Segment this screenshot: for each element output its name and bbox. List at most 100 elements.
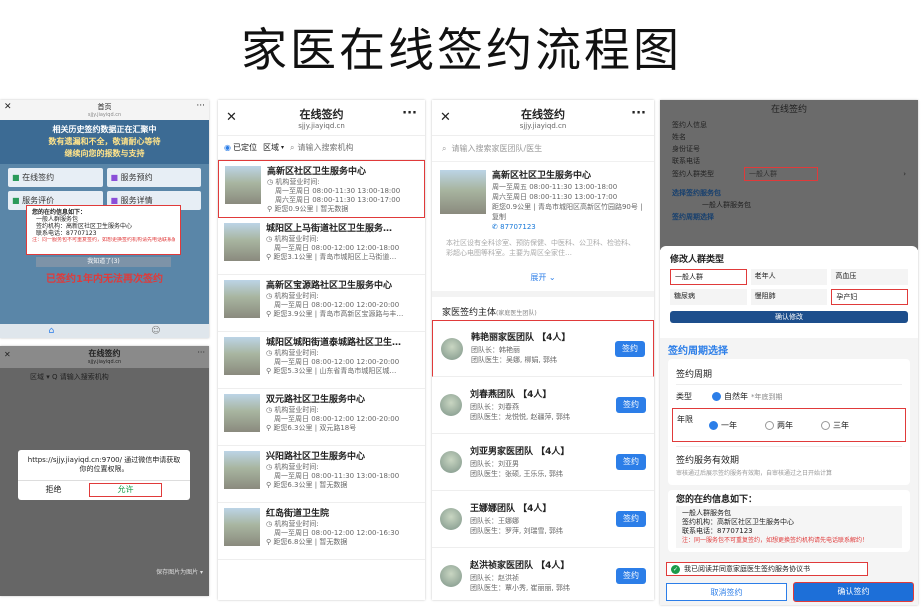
org-list-item[interactable]: 双元路社区卫生服务中心 ◷ 机构营业时间: 周一至周日 08:00-12:00 12… [218,389,425,446]
org-list-item[interactable]: 高新区社区卫生服务中心 ◷ 机构营业时间: 周一至周日 08:00-11:30 13… [218,160,425,218]
more-icon[interactable]: ··· [402,106,417,121]
popup-ok-button[interactable]: 我知道了(3) [36,257,171,267]
modal-title: 修改人群类型 [670,255,725,265]
more-icon[interactable]: ··· [197,348,205,357]
org-search-input[interactable] [297,143,398,152]
sign-button[interactable]: 签约 [616,397,646,413]
more-icon[interactable]: ··· [196,101,205,111]
group-type-option[interactable]: 高血压 [831,269,908,285]
valid-label: 签约服务有效期 [676,446,902,468]
perm-url: sjjy.jiayiqd.cn [87,359,122,365]
org-list-item[interactable]: 兴阳路社区卫生服务中心 ◷ 机构营业时间: 周一至周日 08:00-11:30 13… [218,446,425,503]
banner-line-1: 相关历史签约数据正在汇聚中 [52,125,157,134]
check-icon[interactable]: ✓ [671,564,680,574]
save-image-link[interactable]: 保存图片为图片 ▾ [156,567,203,576]
natural-year-radio[interactable] [712,392,721,401]
confirm-edit-button[interactable]: 确认修改 [670,311,908,323]
team-list-item[interactable]: 刘亚男家医团队 【4人】 团队长：刘亚男 团队医生：张硕, 王乐乐, 郭纬 签约 [432,434,654,491]
location-dialog: https://sjjy.jiayiqd.cn:9700/ 通过微信申请获取你的… [18,450,190,500]
popup-org: 签约机构：高新区社区卫生服务中心 [36,223,133,230]
expand-toggle[interactable]: 展开 ⌄ [432,268,654,291]
package-item[interactable]: 一般人群服务包 [672,199,906,211]
close-icon[interactable]: ✕ [440,110,451,125]
team-leader: 团队长：刘春燕 [470,402,519,411]
close-icon[interactable]: ✕ [226,110,237,125]
org-item-name: 城阳区上马街道社区卫生服务… [266,224,393,234]
org-thumbnail [225,166,261,204]
select-package: 选择签约服务包 [672,189,721,197]
teams-header: ✕ 在线签约 sjjy.jiayiqd.cn ··· [432,100,654,136]
sign-button[interactable]: 签约 [615,341,645,357]
year-2-radio[interactable] [765,420,774,430]
agree-row[interactable]: ✓ 我已阅读并同意家庭医生签约服务协议书 [666,562,868,576]
type-grid: 一般人群 老年人 高血压糖尿病 慢阻肺 孕产妇 [670,269,908,305]
tile-appointment[interactable]: ■ 服务预约 [106,168,201,187]
tile-online-sign[interactable]: ■ 在线签约 [8,168,103,187]
team-list-item[interactable]: 韩艳丽家医团队 【4人】 团队长：韩艳丽 团队医生：吴娜, 柳娟, 郭纬 签约 [432,320,654,377]
home-tabbar: ⌂ ☺ [0,324,209,338]
org-item-hours-1: 周一至周日 08:00-12:00 12:00-20:00 [274,301,400,309]
perm-title: 在线签约 [88,349,121,358]
team-list-item[interactable]: 赵洪祯家医团队 【4人】 团队长：赵洪祯 团队医生：覃小秀, 崔丽丽, 郭纬 签约 [432,548,654,600]
field-id[interactable]: 身份证号 [672,143,906,155]
located-label[interactable]: 已定位 [233,142,257,153]
close-icon[interactable]: ✕ [4,102,12,112]
group-type-option[interactable]: 一般人群 [670,269,747,285]
field-name[interactable]: 姓名 [672,131,906,143]
group-type-option[interactable]: 孕产妇 [831,289,908,305]
banner-line-2: 数有遗漏和不全，敬请耐心等待 [48,137,161,146]
group-type-option[interactable]: 糖尿病 [670,289,747,305]
form-background: 在线签约 签约人信息 姓名 身份证号 联系电话 签约人群类型 一般人群 › 选择签约… [660,100,918,250]
form-title: 在线签约 [770,105,807,115]
org-item-hours-label: ◷ 机构营业时间: [266,235,319,243]
profile-tab-icon[interactable]: ☺ [151,326,160,336]
pin-icon: ⚲ [266,253,272,261]
home-tab-icon[interactable]: ⌂ [48,326,54,336]
sign-button[interactable]: 签约 [616,568,646,584]
home-banner: 相关历史签约数据正在汇聚中 数有遗漏和不全，敬请耐心等待 继续向您的报数与支持 [0,120,209,164]
sign-button[interactable]: 签约 [616,454,646,470]
org-list-item[interactable]: 高新区宝源路社区卫生服务中心 ◷ 机构营业时间: 周一至周日 08:00-12:00… [218,275,425,332]
org-list-item[interactable]: 城阳区上马街道社区卫生服务… ◷ 机构营业时间: 周一至周日 08:00-12:00… [218,218,425,275]
reject-button[interactable]: 拒绝 [18,485,89,494]
orglist-header: ✕ 在线签约 sjjy.jiayiqd.cn ··· [218,100,425,136]
field-phone[interactable]: 联系电话 [672,155,906,167]
cancel-sign-button[interactable]: 取消签约 [666,583,787,601]
org-thumbnail [224,223,260,261]
org-item-hours-1: 周一至周日 08:00-12:00 12:00-16:30 [274,529,400,537]
org-photo [440,170,486,214]
home-title: 首页 [97,103,112,111]
chevron-down-icon: ⌄ [548,273,556,282]
org-item-hours-label: ◷ 机构营业时间: [266,406,319,414]
team-doctors: 团队医生：吴娜, 柳娟, 郭纬 [471,356,557,364]
region-select[interactable]: 区域 [263,142,279,153]
home-url: sjjy.jiayiqd.cn [87,112,122,118]
org-item-name: 高新区宝源路社区卫生服务中心 [266,281,393,291]
org-list-item[interactable]: 城阳区城阳街道泰城路社区卫生… ◷ 机构营业时间: 周一至周日 08:00-12:0… [218,332,425,389]
sign-button[interactable]: 签约 [616,511,646,527]
field-group-type[interactable]: 签约人群类型 一般人群 › [672,167,906,181]
year-1-radio[interactable] [709,420,718,430]
team-leader: 团队长：刘亚男 [470,459,519,468]
team-avatar [440,394,462,416]
team-list-item[interactable]: 王娜娜团队 【4人】 团队长：王娜娜 团队医生：罗萍, 刘瑞雪, 郭纬 签约 [432,491,654,548]
year-3-radio[interactable] [821,420,830,430]
allow-button[interactable]: 允许 [89,482,162,497]
clock-icon: ◷ [266,463,273,471]
group-type-modal: 修改人群类型 一般人群 老年人 高血压糖尿病 慢阻肺 孕产妇 确认修改 [660,246,918,338]
org-phone[interactable]: ✆ 87707123 [492,222,646,232]
group-type-value[interactable]: 一般人群 [744,167,818,181]
org-list-item[interactable]: 红岛街道卫生院 ◷ 机构营业时间: 周一至周日 08:00-12:00 12:00-… [218,503,425,560]
team-list-item[interactable]: 刘春燕团队 【4人】 团队长：刘春燕 团队医生：龙悦悦, 赵疆萍, 郭纬 签约 [432,377,654,434]
team-doctors: 团队医生：罗萍, 刘瑞雪, 郭纬 [470,526,563,535]
clock-icon: ◷ [267,178,274,186]
close-icon[interactable]: ✕ [4,350,11,359]
team-avatar [440,508,462,530]
team-search[interactable]: ⌕ 请输入搜索家医团队/医生 [432,136,654,162]
org-item-hours-label: ◷ 机构营业时间: [266,349,319,357]
more-icon[interactable]: ··· [631,106,646,121]
confirm-sign-button[interactable]: 确认签约 [793,582,914,602]
team-name: 王娜娜团队 【4人】 [470,503,552,514]
group-type-option[interactable]: 老年人 [750,269,828,285]
group-type-option[interactable]: 慢阻肺 [750,289,828,305]
